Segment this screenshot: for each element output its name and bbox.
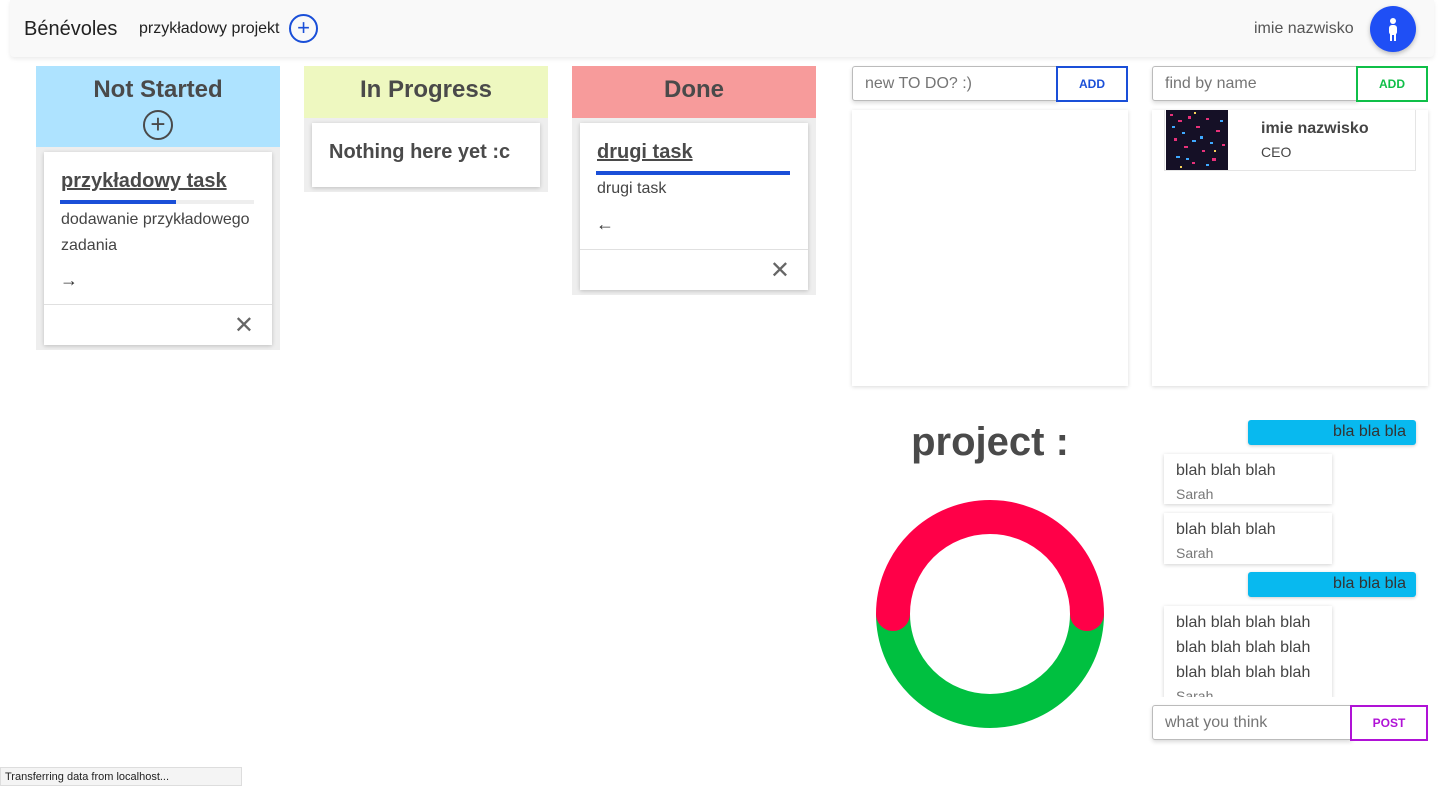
progress-fill bbox=[596, 171, 790, 175]
member-name: imie nazwisko bbox=[1261, 120, 1369, 137]
chart-slice-red bbox=[876, 500, 1104, 631]
message-author: Sarah bbox=[1176, 545, 1214, 561]
chart-slice-green bbox=[876, 613, 1104, 728]
project-title: project : bbox=[911, 420, 1069, 464]
column-in-progress: In Progress Nothing here yet :c bbox=[304, 66, 548, 192]
user-profile-button[interactable] bbox=[1370, 6, 1416, 52]
column-not-started: Not Started + przykładowy task dodawanie… bbox=[36, 66, 280, 350]
member-role: CEO bbox=[1261, 144, 1292, 160]
message-text: blah blah blah bbox=[1176, 521, 1276, 538]
chat-message: blah blah blah Sarah bbox=[1164, 454, 1332, 504]
column-title: Not Started bbox=[93, 76, 223, 103]
task-description: dodawanie przykładowego zadania bbox=[61, 211, 250, 254]
progress-fill bbox=[60, 200, 177, 204]
column-title: In Progress bbox=[359, 76, 493, 103]
find-member-input[interactable] bbox=[1152, 66, 1358, 101]
chat-message: blah blah blah blah blah blah blah blah … bbox=[1164, 606, 1332, 697]
add-todo-button[interactable]: ADD bbox=[1056, 66, 1128, 102]
column-header: Not Started + bbox=[36, 66, 280, 147]
member-item[interactable]: imie nazwisko CEO bbox=[1164, 110, 1416, 171]
chat-message-mine: bla bla bla bbox=[1248, 420, 1416, 445]
chat-input[interactable] bbox=[1152, 705, 1352, 740]
chat-message-mine: bla bla bla bbox=[1248, 572, 1416, 597]
message-text: blah blah blah bbox=[1176, 462, 1276, 479]
arrow-left-icon[interactable]: ← bbox=[596, 214, 614, 235]
empty-text: Nothing here yet :c bbox=[329, 141, 511, 163]
task-card[interactable]: drugi task drugi task ← ✕ bbox=[580, 123, 808, 290]
card-divider bbox=[580, 249, 808, 250]
project-donut-chart bbox=[876, 500, 1104, 728]
add-member-button[interactable]: ADD bbox=[1356, 66, 1428, 102]
message-author: Sarah bbox=[1176, 486, 1214, 502]
empty-placeholder: Nothing here yet :c bbox=[312, 123, 540, 187]
user-name: imie nazwisko bbox=[1254, 20, 1354, 37]
task-card[interactable]: przykładowy task dodawanie przykładowego… bbox=[44, 152, 272, 345]
brand-title[interactable]: Bénévoles bbox=[24, 18, 117, 41]
message-text: blah blah blah blah blah blah blah blah … bbox=[1176, 614, 1311, 681]
todo-list bbox=[852, 110, 1128, 386]
column-header: In Progress bbox=[304, 66, 548, 118]
column-header: Done bbox=[572, 66, 816, 118]
arrow-right-icon[interactable]: → bbox=[60, 270, 78, 291]
column-title: Done bbox=[664, 76, 724, 103]
add-task-icon[interactable]: + bbox=[143, 110, 173, 140]
plus-circle-icon[interactable]: + bbox=[289, 14, 318, 43]
close-icon[interactable]: ✕ bbox=[234, 314, 254, 338]
chat-panel: bla bla bla blah blah blah Sarah blah bl… bbox=[1152, 420, 1428, 697]
project-name[interactable]: przykładowy projekt bbox=[139, 20, 280, 38]
status-bar: Transferring data from localhost... bbox=[0, 767, 242, 786]
message-author: Sarah bbox=[1176, 688, 1214, 697]
todo-input[interactable] bbox=[852, 66, 1058, 101]
close-icon[interactable]: ✕ bbox=[770, 259, 790, 283]
task-title[interactable]: drugi task bbox=[597, 141, 693, 164]
members-list: imie nazwisko CEO bbox=[1152, 110, 1428, 386]
avatar bbox=[1166, 110, 1228, 170]
task-title[interactable]: przykładowy task bbox=[61, 170, 227, 193]
task-progress bbox=[596, 171, 790, 175]
navbar: Bénévoles przykładowy projekt + imie naz… bbox=[10, 0, 1434, 57]
post-button[interactable]: POST bbox=[1350, 705, 1428, 741]
card-divider bbox=[44, 304, 272, 305]
task-description: drugi task bbox=[597, 180, 667, 197]
column-done: Done drugi task drugi task ← ✕ bbox=[572, 66, 816, 295]
chat-message: blah blah blah Sarah bbox=[1164, 513, 1332, 564]
task-progress bbox=[60, 200, 254, 204]
